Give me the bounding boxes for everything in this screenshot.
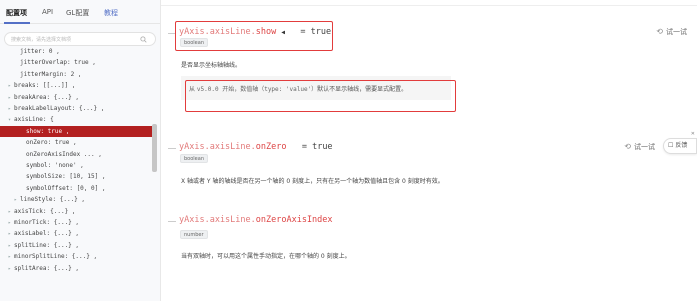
tree-item-label: symbolOffset: [0, 0] ,: [26, 184, 106, 192]
tree-item[interactable]: ▸ breakLabelLayout: {...} ,: [0, 103, 152, 114]
option-name[interactable]: onZeroAxisIndex: [256, 215, 333, 225]
active-tab-indicator: [4, 22, 30, 24]
tree-item[interactable]: jitterMargin: 2 ,: [0, 69, 152, 80]
tree-item-label: minorTick: {...} ,: [14, 219, 80, 226]
tree-item[interactable]: ▸ minorSplitLine: {...} ,: [0, 251, 152, 262]
tree-item[interactable]: ▸ breaks: [[...]] ,: [0, 80, 152, 91]
tree-item-label: onZero: true ,: [26, 139, 77, 147]
tree-item-label: axisLine: {: [14, 116, 54, 124]
sidebar-tabs: 配置项 API GL配置 教程: [0, 0, 160, 24]
option-name[interactable]: onZero: [256, 142, 287, 152]
tree-item[interactable]: ▸ minorTick: {...} ,: [0, 217, 152, 228]
option-description: 当有双轴时，可以用这个属性手动指定，在哪个轴的 0 刻度上。: [181, 253, 351, 260]
try-label: 试一试: [666, 28, 687, 36]
highlight-box-title: [175, 21, 333, 51]
tree-item-label: splitLine: {...} ,: [14, 241, 80, 249]
tree-item[interactable]: symbolSize: [10, 15] ,: [0, 171, 152, 182]
search-placeholder: 搜索文档，请先选择文档项: [11, 37, 72, 43]
option-path: yAxis.axisLine.: [179, 142, 256, 152]
try-icon: ⟲: [624, 142, 631, 151]
tree-item-label: jitterOverlap: true ,: [20, 59, 96, 67]
tab-tutorial[interactable]: 教程: [104, 8, 118, 18]
tree-item[interactable]: onZeroAxisIndex ... ,: [0, 149, 152, 160]
tab-gl-options[interactable]: GL配置: [66, 8, 89, 18]
try-button[interactable]: ⟲ 试一试: [656, 27, 687, 37]
tree-item-label: jitter: 0 ,: [20, 48, 60, 55]
feedback-icon: ☐: [668, 142, 674, 149]
feedback-label: 反馈: [675, 142, 688, 149]
tree-item-label: breakArea: {...} ,: [14, 93, 80, 101]
tree-item[interactable]: ▸ breakArea: {...} ,: [0, 92, 152, 103]
highlight-box-note: [185, 80, 456, 112]
doc-sidebar: 配置项 API GL配置 教程 搜索文档，请先选择文档项 jitter: 0 ,…: [0, 0, 161, 301]
top-divider: [161, 0, 697, 6]
tree-item-label: axisTick: {...} ,: [14, 207, 76, 215]
tree-item[interactable]: jitterOverlap: true ,: [0, 57, 152, 68]
tree-item[interactable]: ▾ axisLine: {: [0, 114, 152, 125]
scrollbar[interactable]: [152, 124, 157, 172]
tab-options[interactable]: 配置项: [6, 8, 27, 18]
option-description: X 轴或者 Y 轴的轴线是否在另一个轴的 0 刻度上，只有在另一个轴为数值轴且包…: [181, 178, 444, 185]
tree-item-label: splitArea: {...} ,: [14, 264, 80, 272]
tree-item-label: show: true ,: [26, 127, 70, 135]
try-label: 试一试: [634, 143, 655, 151]
tree-item[interactable]: onZero: true ,: [0, 137, 152, 148]
try-icon: ⟲: [656, 27, 663, 36]
option-path: yAxis.axisLine.: [179, 215, 256, 225]
tab-api[interactable]: API: [42, 8, 53, 16]
tree-item-selected[interactable]: show: true ,: [0, 125, 152, 137]
tree-item-label: breakLabelLayout: {...} ,: [14, 105, 105, 112]
tree-item-label: lineStyle: {...} ,: [20, 196, 86, 204]
tree-item[interactable]: ▸ axisLabel: {...} ,: [0, 228, 152, 239]
option-title: yAxis.axisLine.onZeroAxisIndex: [179, 215, 333, 225]
tree-item-label: symbolSize: [10, 15] ,: [26, 173, 106, 181]
tree-item-label: axisLabel: {...} ,: [14, 230, 80, 238]
option-default: = true: [301, 142, 333, 152]
option-description: 是否显示坐标轴轴线。: [181, 62, 242, 69]
tree-item-label: breaks: [[...]] ,: [14, 82, 76, 90]
tree-item[interactable]: symbolOffset: [0, 0] ,: [0, 183, 152, 194]
type-badge: number: [180, 230, 208, 239]
search-input[interactable]: 搜索文档，请先选择文档项: [4, 32, 156, 46]
type-badge: boolean: [180, 154, 208, 163]
section-dash: [168, 148, 176, 149]
tree-item[interactable]: ▸ splitLine: {...} ,: [0, 240, 152, 251]
tree-item-label: symbol: 'none' ,: [26, 162, 84, 169]
try-button[interactable]: ⟲ 试一试: [624, 142, 655, 152]
tree-item[interactable]: ▸ axisTick: {...} ,: [0, 206, 152, 217]
tree-item[interactable]: jitter: 0 ,: [0, 46, 152, 57]
doc-content: yAxis.axisLine.show ◀ = true boolean 是否显…: [161, 0, 697, 301]
option-title: yAxis.axisLine.onZero = true: [179, 142, 333, 152]
tree-item[interactable]: ▸ lineStyle: {...} ,: [0, 194, 152, 205]
tree-item-label: jitterMargin: 2 ,: [20, 70, 82, 78]
search-icon[interactable]: [140, 36, 147, 43]
feedback-button[interactable]: ☐ 反馈: [663, 138, 697, 154]
section-dash: [168, 221, 176, 222]
close-icon[interactable]: ✕: [691, 131, 695, 137]
tree-item-label: minorSplitLine: {...} ,: [14, 253, 98, 261]
tree-item[interactable]: symbol: 'none' ,: [0, 160, 152, 171]
tree-item-label: onZeroAxisIndex ... ,: [26, 150, 102, 158]
tree-item[interactable]: ▸ splitArea: {...} ,: [0, 263, 152, 274]
